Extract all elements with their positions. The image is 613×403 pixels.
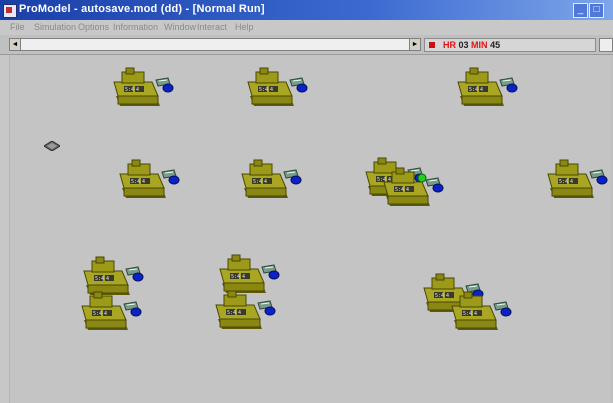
- toolbar-end-box: [599, 38, 613, 52]
- menu-file[interactable]: File: [10, 22, 25, 32]
- scroll-left-button[interactable]: ◄: [10, 39, 21, 50]
- pallet-entity-icon[interactable]: [44, 141, 60, 151]
- menu-bar: File Simulation Options Information Wind…: [0, 20, 613, 35]
- menu-help[interactable]: Help: [235, 22, 254, 32]
- menu-interact[interactable]: Interact: [197, 22, 227, 32]
- machine-location-icon[interactable]: [80, 290, 142, 336]
- toolbar: ◄ ► HR 03 MIN 45: [0, 35, 613, 55]
- machine-location-icon[interactable]: [450, 290, 512, 336]
- machine-location-icon[interactable]: [246, 66, 308, 112]
- menu-simulation[interactable]: Simulation: [34, 22, 76, 32]
- clock-hr-value: 03: [458, 40, 469, 50]
- menu-options[interactable]: Options: [78, 22, 109, 32]
- machine-location-icon[interactable]: [112, 66, 174, 112]
- machine-location-icon[interactable]: [240, 158, 302, 204]
- clock-indicator-icon: [429, 42, 435, 48]
- clock-min-label: MIN: [471, 40, 488, 50]
- machine-location-active-icon[interactable]: [382, 166, 444, 212]
- clock-min-value: 45: [490, 40, 501, 50]
- clock-hr-label: HR: [443, 40, 456, 50]
- machine-location-icon[interactable]: [214, 289, 276, 335]
- scroll-right-button[interactable]: ►: [409, 39, 420, 50]
- machine-location-icon[interactable]: [456, 66, 518, 112]
- promodel-app-icon[interactable]: [3, 4, 17, 18]
- simulation-clock: HR 03 MIN 45: [424, 38, 596, 52]
- canvas-left-edge: [0, 55, 10, 403]
- machine-location-icon[interactable]: [118, 158, 180, 204]
- menu-window[interactable]: Window: [164, 22, 196, 32]
- machine-location-icon[interactable]: [546, 158, 608, 204]
- menu-information[interactable]: Information: [113, 22, 158, 32]
- window-title: ProModel - autosave.mod (dd) - [Normal R…: [19, 3, 265, 15]
- minimize-button[interactable]: _: [573, 3, 588, 18]
- title-bar: ProModel - autosave.mod (dd) - [Normal R…: [0, 0, 613, 20]
- speed-scrollbar[interactable]: ◄ ►: [9, 38, 421, 51]
- maximize-button[interactable]: □: [589, 3, 604, 18]
